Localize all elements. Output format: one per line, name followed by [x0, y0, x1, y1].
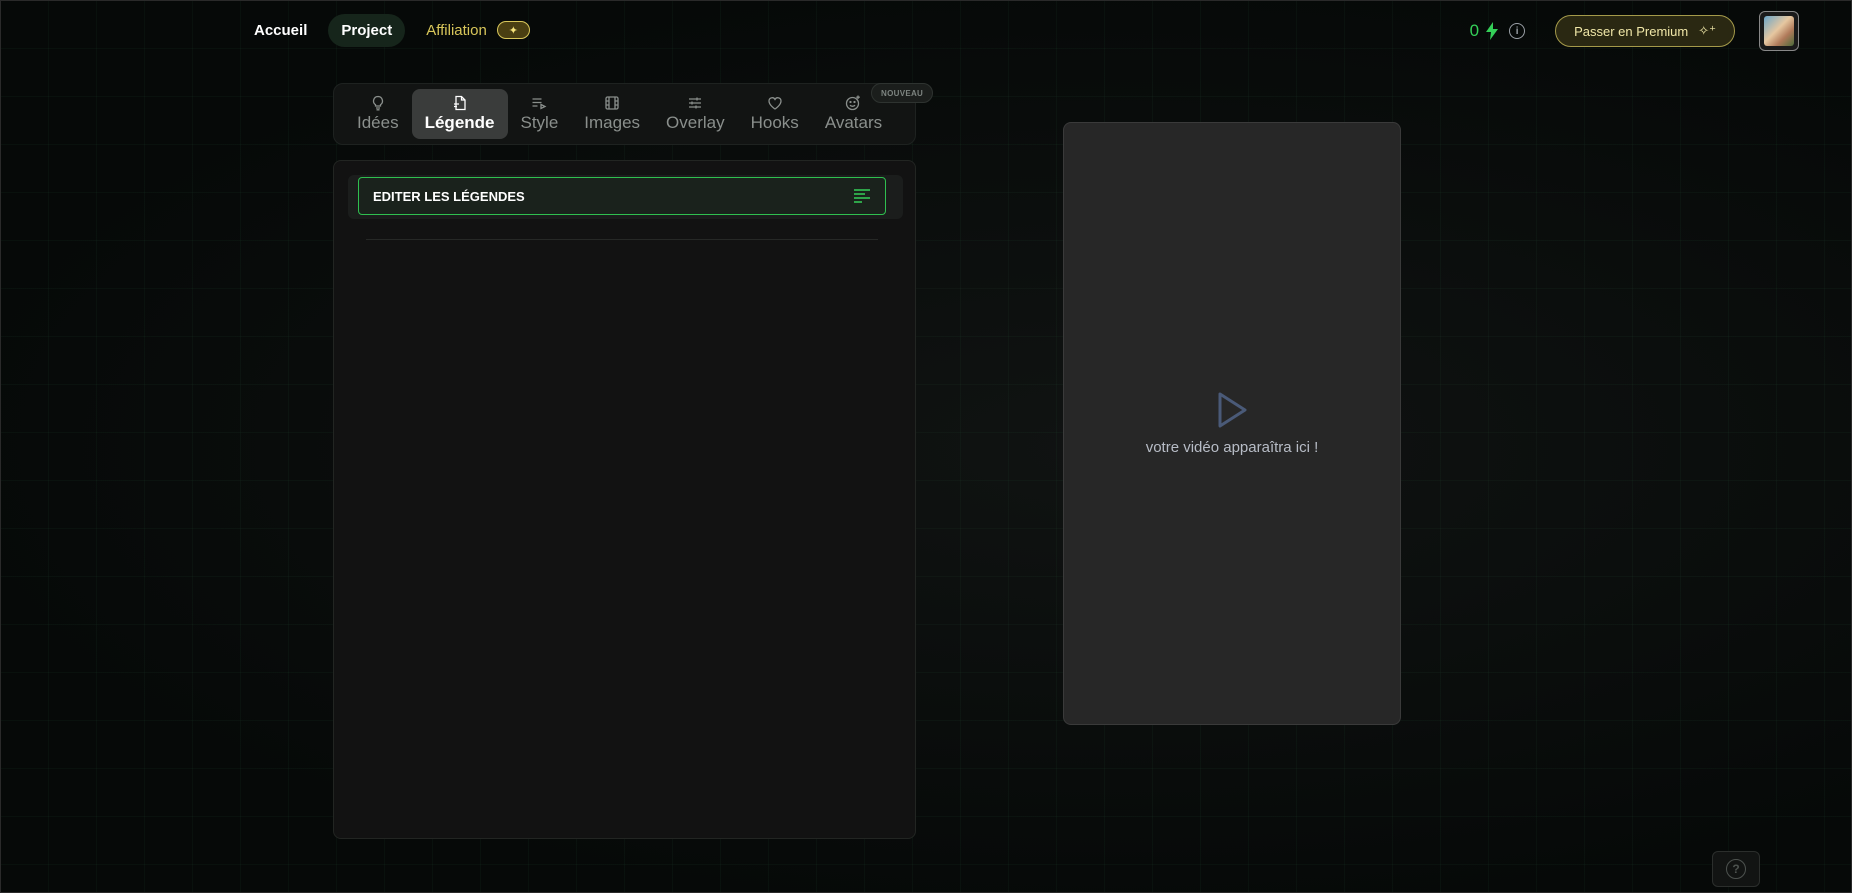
tab-legende[interactable]: Légende [411, 89, 508, 139]
nav-affiliation[interactable]: Affiliation ✦ [413, 13, 543, 47]
nav-affiliation-label: Affiliation [426, 21, 487, 39]
tab-label: Hooks [750, 113, 799, 132]
text-play-icon [532, 98, 547, 110]
nav-home[interactable]: Accueil [241, 14, 320, 47]
tab-label: Avatars [824, 113, 883, 132]
video-preview[interactable]: votre vidéo apparaîtra ici ! [1063, 122, 1401, 725]
lightbulb-icon [372, 95, 383, 111]
sparkles-icon: ✧⁺ [1698, 23, 1716, 38]
tab-label: Overlay [666, 113, 725, 132]
text-lines-icon [854, 189, 870, 203]
question-icon: ? [1726, 859, 1746, 879]
top-nav: Accueil Project Affiliation ✦ [241, 13, 543, 47]
new-badge: NOUVEAU [871, 83, 934, 103]
edit-captions-button[interactable]: EDITER LES LÉGENDES [358, 177, 886, 215]
caption-editor-panel: EDITER LES LÉGENDES [333, 160, 916, 839]
premium-label: Passer en Premium [1574, 23, 1689, 39]
divider [366, 239, 878, 240]
heart-icon [768, 97, 782, 110]
credits-indicator: 0 i [1469, 21, 1526, 41]
sliders-icon [689, 97, 702, 109]
tab-avatars[interactable]: Avatars NOUVEAU [812, 83, 934, 139]
tab-label: Images [584, 113, 641, 132]
preview-placeholder: votre vidéo apparaîtra ici ! [1145, 439, 1319, 456]
smile-plus-icon [846, 95, 861, 111]
tab-overlay[interactable]: Overlay [653, 89, 738, 139]
tab-label: Idées [357, 113, 399, 132]
tab-style[interactable]: Style [508, 89, 572, 139]
edit-captions-wrapper: EDITER LES LÉGENDES [348, 175, 903, 219]
tab-images[interactable]: Images [571, 89, 653, 139]
play-icon [1218, 392, 1247, 428]
film-icon [605, 96, 619, 110]
tab-label: Légende [424, 113, 495, 132]
avatar-image [1764, 16, 1794, 46]
bolt-icon [1486, 22, 1499, 40]
header-right: 0 i Passer en Premium ✧⁺ [1470, 11, 1799, 51]
edit-captions-label: EDITER LES LÉGENDES [373, 188, 525, 204]
nav-project[interactable]: Project [328, 13, 406, 47]
tab-hooks[interactable]: Hooks [738, 89, 812, 139]
tab-label: Style [520, 113, 559, 132]
help-button[interactable]: ? [1712, 851, 1760, 887]
affiliation-badge: ✦ [496, 21, 530, 39]
tab-idees[interactable]: Idées [344, 89, 412, 139]
editor-tabs: Idées Légende Style Images Overlay Hooks… [333, 83, 934, 145]
premium-button[interactable]: Passer en Premium ✧⁺ [1555, 15, 1735, 47]
file-caption-icon [453, 95, 466, 111]
info-icon[interactable]: i [1509, 23, 1526, 39]
credits-count: 0 [1469, 21, 1480, 40]
avatar[interactable] [1759, 11, 1799, 51]
